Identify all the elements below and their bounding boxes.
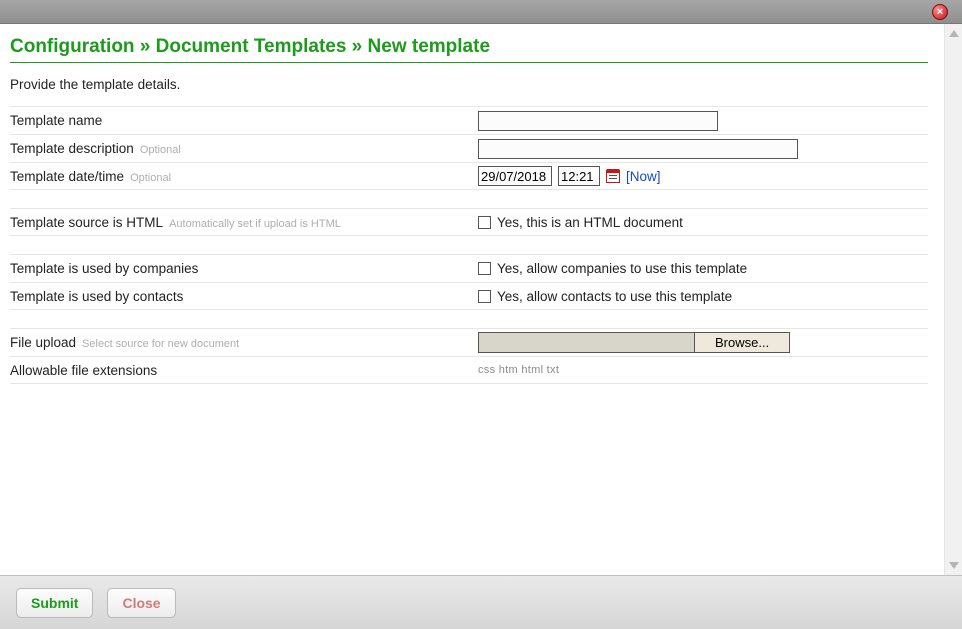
row-allowable-extensions: Allowable file extensions css htm html t… <box>10 356 928 384</box>
template-name-input[interactable] <box>478 111 718 131</box>
dialog-content: Configuration » Document Templates » New… <box>0 24 962 575</box>
close-button[interactable]: Close <box>107 588 175 618</box>
row-used-by-companies: Template is used by companies Yes, allow… <box>10 254 928 282</box>
label-template-datetime: Template date/time <box>10 169 124 184</box>
optional-hint: Optional <box>140 144 181 156</box>
row-template-name: Template name <box>10 106 928 134</box>
hint-file-upload: Select source for new document <box>82 338 239 350</box>
optional-hint: Optional <box>130 172 171 184</box>
label-file-upload: File upload <box>10 335 76 350</box>
html-checkbox-label: Yes, this is an HTML document <box>497 215 683 230</box>
row-template-description: Template description Optional <box>10 134 928 162</box>
file-path-display <box>478 332 694 353</box>
hint-source-html: Automatically set if upload is HTML <box>169 218 341 230</box>
contacts-checkbox[interactable] <box>478 290 491 303</box>
dialog-footer: Submit Close <box>0 575 962 629</box>
label-used-by-companies: Template is used by companies <box>10 261 198 276</box>
breadcrumb-separator: » <box>135 36 156 57</box>
browse-button[interactable]: Browse... <box>694 332 790 353</box>
breadcrumb-configuration[interactable]: Configuration <box>10 36 135 57</box>
calendar-icon[interactable] <box>606 169 620 183</box>
scroll-down-icon[interactable] <box>949 562 959 569</box>
row-source-html: Template source is HTML Automatically se… <box>10 208 928 236</box>
form-area: Configuration » Document Templates » New… <box>0 24 944 575</box>
page-intro: Provide the template details. <box>10 77 928 92</box>
label-allowable-extensions: Allowable file extensions <box>10 363 157 378</box>
scroll-up-icon[interactable] <box>949 30 959 37</box>
close-icon[interactable]: × <box>932 4 948 20</box>
label-used-by-contacts: Template is used by contacts <box>10 289 183 304</box>
breadcrumb-document-templates[interactable]: Document Templates <box>156 36 347 57</box>
now-link[interactable]: [Now] <box>626 169 661 184</box>
companies-checkbox[interactable] <box>478 262 491 275</box>
template-description-input[interactable] <box>478 139 798 159</box>
submit-button[interactable]: Submit <box>16 588 93 618</box>
allowable-extensions-list: css htm html txt <box>478 364 559 376</box>
dialog-titlebar: × <box>0 0 962 24</box>
row-file-upload: File upload Select source for new docume… <box>10 328 928 356</box>
breadcrumb-separator: » <box>346 36 367 57</box>
template-date-input[interactable] <box>478 166 552 186</box>
label-template-name: Template name <box>10 113 102 128</box>
label-source-html: Template source is HTML <box>10 215 163 230</box>
companies-checkbox-label: Yes, allow companies to use this templat… <box>497 261 747 276</box>
html-checkbox[interactable] <box>478 216 491 229</box>
contacts-checkbox-label: Yes, allow contacts to use this template <box>497 289 732 304</box>
row-used-by-contacts: Template is used by contacts Yes, allow … <box>10 282 928 310</box>
breadcrumb-new-template: New template <box>368 36 490 57</box>
vertical-scrollbar[interactable] <box>944 24 962 575</box>
breadcrumb: Configuration » Document Templates » New… <box>10 36 928 63</box>
row-template-datetime: Template date/time Optional [Now] <box>10 162 928 190</box>
template-time-input[interactable] <box>558 166 600 186</box>
label-template-description: Template description <box>10 141 134 156</box>
